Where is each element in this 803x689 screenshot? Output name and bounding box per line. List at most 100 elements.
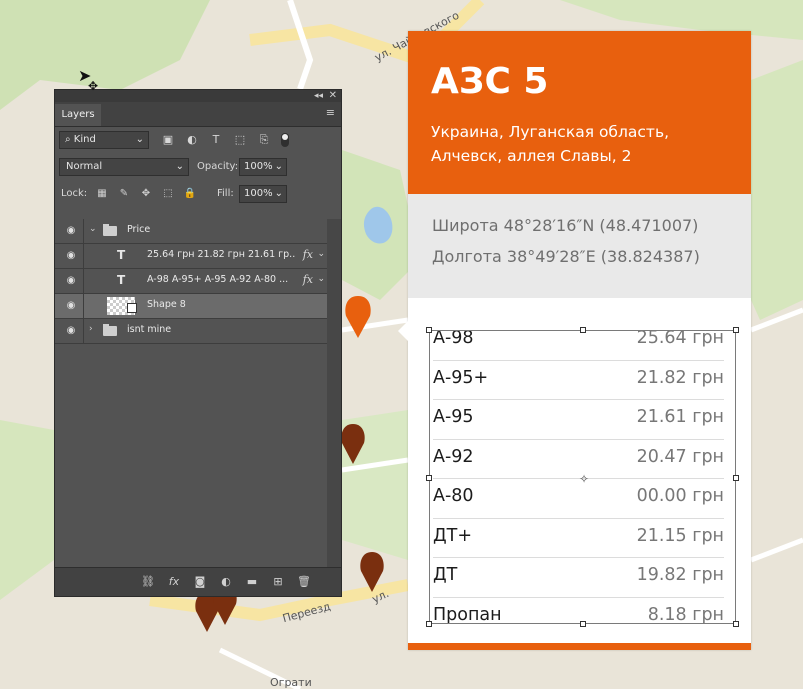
chevron-down-icon: ⌄ [274, 161, 283, 172]
lock-label: Lock: [61, 188, 88, 199]
move-cursor-icon: ✥ [88, 79, 99, 93]
card-bottom-accent [408, 643, 751, 650]
footer-icons: ⛓ fx ◙ ◐ ▬ ⊞ 🗑 [139, 574, 321, 590]
lock-image-pixels-icon[interactable]: ✎ [117, 186, 131, 202]
map-street-label: Ограти [270, 676, 312, 689]
layer-row-text-prices[interactable]: ◉ T 25.64 грн 21.82 грн 21.61 гр... fx ⌄ [55, 244, 327, 269]
fill-field[interactable]: 100% ⌄ [239, 185, 287, 203]
shape-layer-filter-icon[interactable]: ⬚ [231, 132, 249, 148]
smart-object-filter-icon[interactable]: ⎘ [255, 132, 273, 148]
shape-layer-icon [127, 303, 137, 313]
layer-row-text-fuels[interactable]: ◉ T A-98 A-95+ A-95 A-92 A-80 ... fx ⌄ [55, 269, 327, 294]
layer-list: ◉ ⌄ Price ◉ T 25.64 грн 21.82 грн 21.61 … [55, 219, 327, 344]
layer-row-shape-8[interactable]: ◉ Shape 8 [55, 294, 327, 319]
adjustment-layer-icon[interactable]: ◐ [217, 574, 235, 590]
divider [83, 269, 84, 293]
pixel-layer-filter-icon[interactable]: ▣ [159, 132, 177, 148]
chevron-down-icon[interactable]: ⌄ [317, 249, 325, 259]
collapse-panel-icon[interactable]: ◂◂ [314, 90, 323, 102]
card-pointer [398, 321, 408, 341]
fx-icon[interactable]: fx [303, 273, 313, 286]
layers-scrollbar[interactable] [327, 219, 341, 567]
lock-transparent-pixels-icon[interactable]: ▦ [95, 186, 109, 202]
folder-icon [103, 224, 117, 236]
lock-row: Lock: ▦ ✎ ✥ ⬚ 🔒 Fill: 100% ⌄ [55, 181, 341, 208]
transform-handle[interactable] [733, 327, 739, 333]
layer-name: Price [127, 224, 151, 235]
opacity-label: Opacity: [197, 161, 239, 172]
divider [83, 319, 84, 343]
link-layers-icon[interactable]: ⛓ [139, 574, 157, 590]
layer-name: 25.64 грн 21.82 грн 21.61 гр... [147, 249, 295, 260]
eye-icon[interactable]: ◉ [65, 300, 77, 312]
layer-name: isnt mine [127, 324, 172, 335]
blend-mode-value: Normal [66, 161, 103, 172]
transform-center-icon[interactable]: ✧ [579, 473, 589, 485]
transform-handle[interactable] [426, 327, 432, 333]
fx-icon[interactable]: fx [165, 574, 183, 590]
layer-row-group-isnt-mine[interactable]: ◉ › isnt mine [55, 319, 327, 344]
filter-row: ⌕ Kind ⌄ ▣ ◐ T ⬚ ⎘ [55, 127, 341, 154]
opacity-value: 100% [244, 161, 273, 172]
folder-icon [103, 324, 117, 336]
type-layer-filter-icon[interactable]: T [207, 132, 225, 148]
eye-icon[interactable]: ◉ [65, 325, 77, 337]
chevron-down-icon[interactable]: ⌄ [317, 274, 325, 284]
divider [83, 294, 84, 318]
eye-icon[interactable]: ◉ [65, 250, 77, 262]
filter-toggle[interactable] [281, 133, 289, 147]
fx-icon[interactable]: fx [303, 248, 313, 261]
layers-panel: ◂◂ ✕ Layers ≡ ⌕ Kind ⌄ ▣ ◐ T ⬚ ⎘ Normal ⌄ Op… [54, 89, 342, 597]
opacity-field[interactable]: 100% ⌄ [239, 158, 287, 176]
panel-footer: ⛓ fx ◙ ◐ ▬ ⊞ 🗑 [55, 567, 341, 596]
latitude: Широта 48°28′16″N (48.471007) [432, 216, 699, 235]
add-mask-icon[interactable]: ◙ [191, 574, 209, 590]
station-address-line1: Украина, Луганская область, [431, 123, 670, 141]
lock-icons: ▦ ✎ ✥ ⬚ 🔒 [95, 186, 205, 202]
layer-name: A-98 A-95+ A-95 A-92 A-80 ... [147, 274, 289, 285]
layer-name: Shape 8 [147, 299, 186, 310]
transform-handle[interactable] [426, 475, 432, 481]
station-address-line2: Алчевск, аллея Славы, 2 [431, 147, 632, 165]
transform-handle[interactable] [733, 475, 739, 481]
divider [83, 244, 84, 268]
filter-icons: ▣ ◐ T ⬚ ⎘ [159, 132, 279, 148]
new-layer-icon[interactable]: ⊞ [269, 574, 287, 590]
chevron-right-icon[interactable]: › [89, 324, 93, 334]
divider [83, 219, 84, 243]
chevron-down-icon[interactable]: ⌄ [89, 224, 97, 234]
text-layer-icon: T [117, 273, 126, 287]
filter-kind-label: Kind [73, 134, 96, 145]
chevron-down-icon: ⌄ [175, 161, 184, 172]
blend-row: Normal ⌄ Opacity: 100% ⌄ [55, 154, 341, 181]
longitude: Долгота 38°49′28″E (38.824387) [432, 247, 700, 266]
text-layer-icon: T [117, 248, 126, 262]
panel-menu-icon[interactable]: ≡ [326, 107, 335, 118]
blend-mode-select[interactable]: Normal ⌄ [59, 158, 189, 176]
search-icon: ⌕ [65, 134, 74, 145]
transform-handle[interactable] [426, 621, 432, 627]
layer-row-group-price[interactable]: ◉ ⌄ Price [55, 219, 327, 244]
panel-tab-row: Layers ≡ [55, 102, 341, 127]
eye-icon[interactable]: ◉ [65, 225, 77, 237]
lock-position-icon[interactable]: ✥ [139, 186, 153, 202]
fill-label: Fill: [217, 188, 234, 199]
close-icon[interactable]: ✕ [329, 90, 337, 102]
filter-kind-select[interactable]: ⌕ Kind ⌄ [59, 131, 149, 149]
trash-icon[interactable]: 🗑 [295, 574, 313, 590]
transform-handle[interactable] [580, 621, 586, 627]
lock-all-icon[interactable]: 🔒 [183, 186, 197, 202]
transform-handle[interactable] [580, 327, 586, 333]
transform-handle[interactable] [733, 621, 739, 627]
card-header: АЗС 5 Украина, Луганская область, Алчевс… [408, 31, 751, 194]
fill-value: 100% [244, 188, 273, 199]
adjustment-layer-filter-icon[interactable]: ◐ [183, 132, 201, 148]
tab-layers[interactable]: Layers [55, 104, 101, 126]
eye-icon[interactable]: ◉ [65, 275, 77, 287]
station-title: АЗС 5 [431, 61, 549, 102]
chevron-down-icon: ⌄ [135, 134, 144, 145]
new-group-icon[interactable]: ▬ [243, 574, 261, 590]
coordinates-block: Широта 48°28′16″N (48.471007) Долгота 38… [408, 194, 751, 298]
lock-artboard-icon[interactable]: ⬚ [161, 186, 175, 202]
chevron-down-icon: ⌄ [274, 188, 283, 199]
